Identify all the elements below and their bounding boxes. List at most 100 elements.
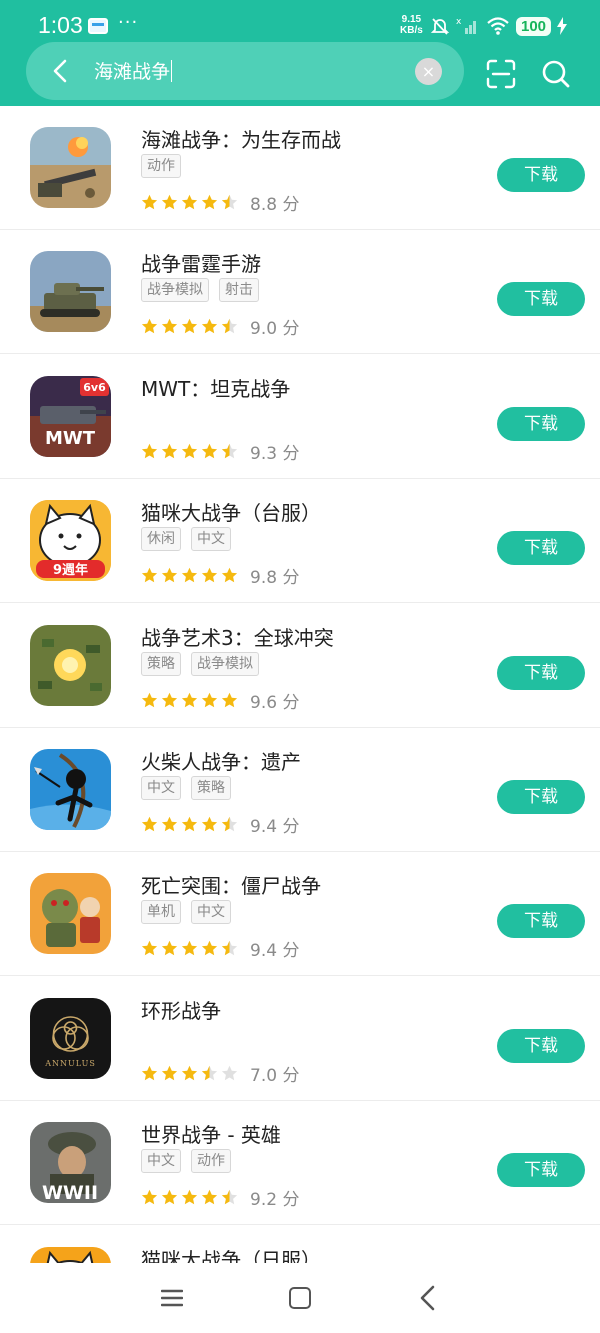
app-tags: 策略 战争模拟 xyxy=(141,652,259,676)
search-icon[interactable] xyxy=(540,58,572,90)
star-rating xyxy=(141,692,238,709)
app-tag: 战争模拟 xyxy=(191,652,259,676)
star-rating xyxy=(141,443,238,460)
annulus-icon[interactable]: ANNULUS xyxy=(30,998,111,1079)
star-full-icon xyxy=(141,816,158,832)
app-rating: 9.6 分 xyxy=(141,688,299,713)
app-name[interactable]: 猫咪大战争（台服） xyxy=(141,497,321,526)
back-arrow-icon[interactable] xyxy=(46,56,76,86)
app-tag: 单机 xyxy=(141,900,181,924)
mwt-logo-text: MWT xyxy=(45,428,96,449)
app-rating: 9.0 分 xyxy=(141,314,299,339)
menu-icon[interactable] xyxy=(161,1289,183,1307)
star-rating xyxy=(141,194,238,211)
star-rating xyxy=(141,816,238,833)
star-full-icon xyxy=(201,816,218,832)
star-full-icon xyxy=(141,1065,158,1081)
star-full-icon xyxy=(141,692,158,708)
star-full-icon xyxy=(181,1189,198,1205)
app-tags: 中文 动作 xyxy=(141,1149,231,1173)
download-button[interactable]: 下载 xyxy=(497,282,585,316)
battle-cats-icon[interactable]: 9週年 xyxy=(30,500,111,581)
app-row[interactable]: 死亡突围：僵尸战争 单机 中文 9.4 分 下载 xyxy=(0,852,600,976)
app-row[interactable]: 火柴人战争：遗产 中文 策略 9.4 分 下载 xyxy=(0,728,600,852)
star-half-icon xyxy=(221,1189,238,1205)
app-tag: 中文 xyxy=(191,900,231,924)
app-row[interactable]: 9週年 猫咪大战争（台服） 休闲 中文 9.8 分 下载 xyxy=(0,479,600,603)
clear-search-button[interactable]: × xyxy=(415,58,442,85)
star-full-icon xyxy=(201,567,218,583)
app-row[interactable]: 战争艺术3：全球冲突 策略 战争模拟 9.6 分 下载 xyxy=(0,604,600,728)
star-full-icon xyxy=(141,194,158,210)
star-full-icon xyxy=(221,692,238,708)
system-nav-bar xyxy=(0,1263,600,1333)
star-rating xyxy=(141,1189,238,1206)
app-name[interactable]: MWT：坦克战争 xyxy=(141,373,290,402)
app-row[interactable]: 海滩战争：为生存而战 动作 8.8 分 下载 xyxy=(0,106,600,230)
search-input[interactable]: 海滩战争 xyxy=(94,57,173,84)
app-name[interactable]: 海滩战争：为生存而战 xyxy=(141,124,341,153)
star-full-icon xyxy=(221,567,238,583)
star-full-icon xyxy=(161,318,178,334)
app-name[interactable]: 环形战争 xyxy=(141,995,221,1024)
app-row[interactable]: WWII 世界战争 - 英雄 中文 动作 9.2 分 下载 xyxy=(0,1101,600,1225)
download-button[interactable]: 下载 xyxy=(497,531,585,565)
mwt-tank-icon[interactable]: 6v6 MWT xyxy=(30,376,111,457)
app-row[interactable]: 6v6 MWT MWT：坦克战争 9.3 分 下载 xyxy=(0,355,600,479)
star-full-icon xyxy=(161,194,178,210)
beach-war-icon[interactable] xyxy=(30,127,111,208)
more-notifications-icon: ··· xyxy=(118,12,139,33)
download-button[interactable]: 下载 xyxy=(497,1153,585,1187)
download-button[interactable]: 下载 xyxy=(497,158,585,192)
app-rating: 9.2 分 xyxy=(141,1185,299,1210)
app-row[interactable]: 战争雷霆手游 战争模拟 射击 9.0 分 下载 xyxy=(0,230,600,354)
star-full-icon xyxy=(141,318,158,334)
war-thunder-icon[interactable] xyxy=(30,251,111,332)
app-tag: 策略 xyxy=(141,652,181,676)
network-speed: 9.15 KB/s xyxy=(400,14,423,36)
star-full-icon xyxy=(161,1189,178,1205)
star-full-icon xyxy=(201,318,218,334)
app-row[interactable]: ANNULUS 环形战争 7.0 分 下载 xyxy=(0,977,600,1101)
app-tag: 中文 xyxy=(141,1149,181,1173)
app-name[interactable]: 死亡突围：僵尸战争 xyxy=(141,870,321,899)
search-bar[interactable]: 海滩战争 × xyxy=(26,42,464,100)
star-half-icon xyxy=(221,194,238,210)
download-button[interactable]: 下载 xyxy=(497,656,585,690)
app-tags: 休闲 中文 xyxy=(141,527,231,551)
app-tag: 动作 xyxy=(191,1149,231,1173)
dead-ahead-icon[interactable] xyxy=(30,873,111,954)
star-full-icon xyxy=(161,816,178,832)
world-war-heroes-icon[interactable]: WWII xyxy=(30,1122,111,1203)
star-full-icon xyxy=(201,692,218,708)
app-rating: 9.4 分 xyxy=(141,936,299,961)
app-rating: 7.0 分 xyxy=(141,1061,299,1086)
scan-icon[interactable] xyxy=(485,58,517,90)
download-button[interactable]: 下载 xyxy=(497,407,585,441)
star-full-icon xyxy=(181,692,198,708)
stick-war-icon[interactable] xyxy=(30,749,111,830)
art-of-war-icon[interactable] xyxy=(30,625,111,706)
status-bar: 1:03 ··· 9.15 KB/s x 100 xyxy=(0,0,600,42)
app-name[interactable]: 世界战争 - 英雄 xyxy=(141,1119,281,1148)
star-full-icon xyxy=(201,1189,218,1205)
nav-back-icon[interactable] xyxy=(418,1285,438,1311)
app-name[interactable]: 战争雷霆手游 xyxy=(141,248,261,277)
wwii-logo-text: WWII xyxy=(42,1182,98,1203)
star-full-icon xyxy=(161,940,178,956)
app-score: 8.8 分 xyxy=(250,195,300,215)
app-name[interactable]: 火柴人战争：遗产 xyxy=(141,746,301,775)
signal-icon: x xyxy=(456,17,476,34)
home-icon[interactable] xyxy=(289,1287,311,1309)
star-full-icon xyxy=(161,443,178,459)
star-rating xyxy=(141,567,238,584)
download-button[interactable]: 下载 xyxy=(497,780,585,814)
download-button[interactable]: 下载 xyxy=(497,904,585,938)
star-rating xyxy=(141,1065,238,1082)
app-name[interactable]: 战争艺术3：全球冲突 xyxy=(141,622,334,651)
app-tag: 休闲 xyxy=(141,527,181,551)
charging-icon xyxy=(557,17,568,35)
star-full-icon xyxy=(181,194,198,210)
star-rating xyxy=(141,940,238,957)
download-button[interactable]: 下载 xyxy=(497,1029,585,1063)
